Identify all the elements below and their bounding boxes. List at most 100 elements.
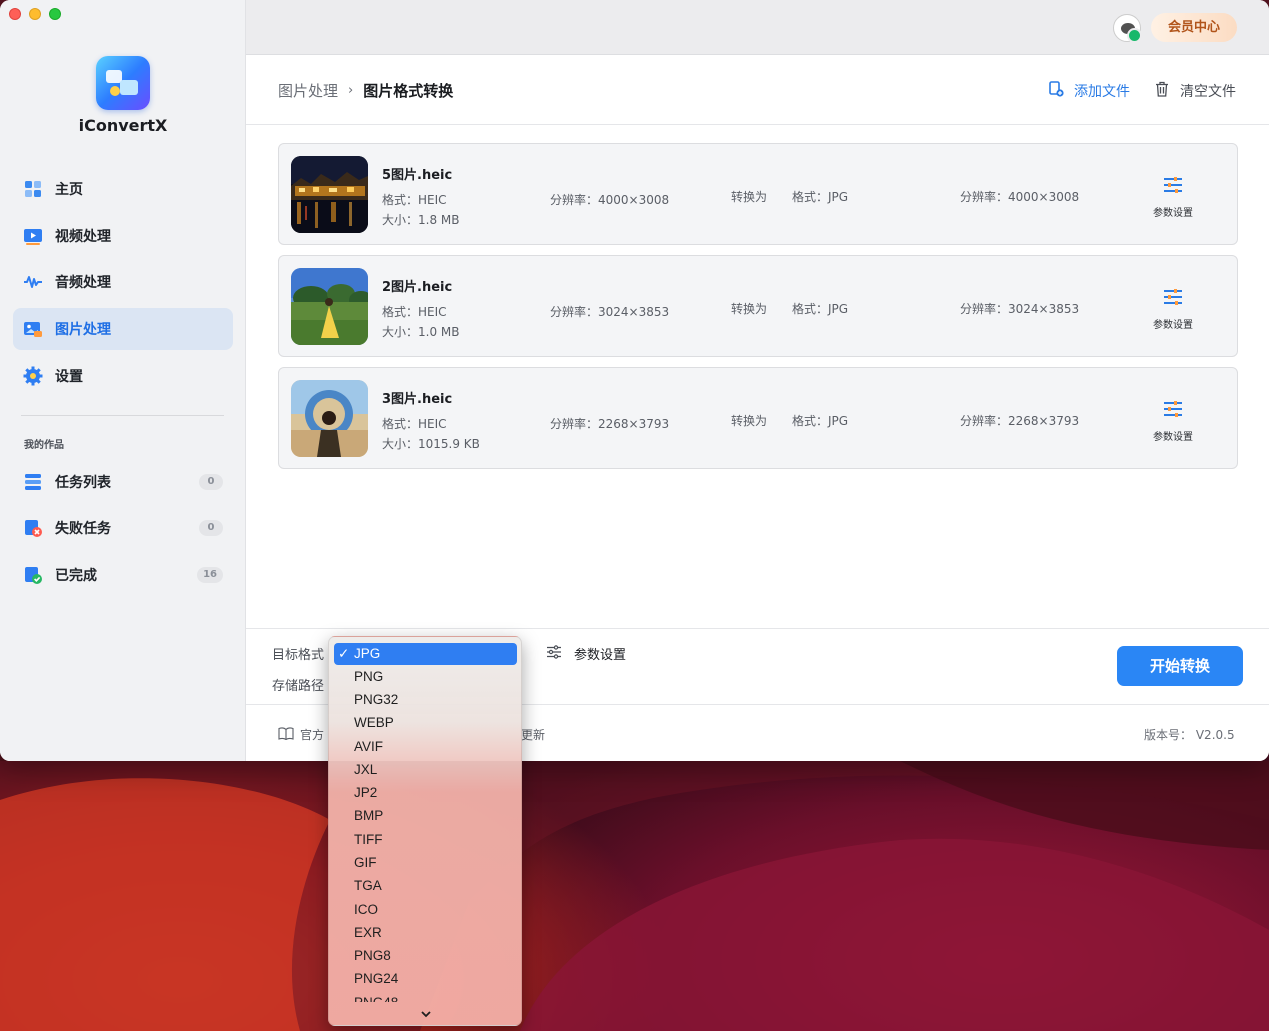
sidebar-item-audio[interactable]: 音频处理 [13,261,233,303]
book-icon [278,726,294,743]
sidebar: iConvertX 主页 视频处理 音频处理 图片处理 设置 我的作品 任务列表… [0,0,246,761]
sidebar-item-label: 设置 [55,369,83,385]
trash-icon [1154,81,1170,101]
gear-icon [23,366,43,386]
source-size: 大小：1.8 MB [382,213,460,227]
window-close-button[interactable] [9,8,21,20]
window-controls [9,8,61,20]
sidebar-item-settings[interactable]: 设置 [13,355,233,397]
image-icon [23,319,43,339]
task-count-badge: 0 [199,474,223,490]
chevron-down-icon[interactable] [419,1006,433,1020]
file-card[interactable]: 3图片.heic 格式：HEIC 大小：1015.9 KB 分辨率：2268×3… [278,367,1238,469]
sidebar-item-failed-tasks[interactable]: 失败任务 0 [13,507,233,549]
source-resolution: 分辨率：3024×3853 [550,305,670,319]
file-card[interactable]: 2图片.heic 格式：HEIC 大小：1.0 MB 分辨率：3024×3853… [278,255,1238,357]
save-path-label: 存储路径 [272,679,325,694]
convert-to-label: 转换为 [731,190,768,204]
format-option[interactable]: PNG8 [334,945,517,967]
breadcrumb-current: 图片格式转换 [363,82,454,100]
format-option-label: JPG [354,646,381,661]
format-option[interactable]: PNG24 [334,968,517,990]
target-format: 格式：JPG [792,302,849,316]
format-option[interactable]: WEBP [334,712,517,734]
breadcrumb-parent[interactable]: 图片处理 [278,80,338,101]
add-file-button[interactable]: 添加文件 [1048,81,1130,101]
sidebar-item-label: 视频处理 [55,229,111,245]
format-option[interactable]: JP2 [334,782,517,804]
format-option[interactable]: GIF [334,852,517,874]
sidebar-item-label: 图片处理 [55,322,111,338]
format-option[interactable]: TIFF [334,829,517,851]
file-settings-label: 参数设置 [1153,432,1193,443]
add-file-icon [1048,81,1064,101]
global-settings-button[interactable]: 参数设置 [546,644,626,663]
global-settings-label: 参数设置 [574,648,627,663]
file-settings-label: 参数设置 [1153,320,1193,331]
sidebar-item-label: 失败任务 [55,521,111,537]
sidebar-item-label: 音频处理 [55,275,111,291]
format-option[interactable]: ICO [334,899,517,921]
start-convert-button[interactable]: 开始转换 [1117,646,1243,686]
convert-to-label: 转换为 [731,414,768,428]
sidebar-item-label: 任务列表 [55,475,111,491]
version-value: V2.0.5 [1195,728,1235,742]
format-option[interactable]: BMP [334,805,517,827]
sidebar-item-completed[interactable]: 已完成 16 [13,554,233,596]
format-option-selected[interactable]: ✓ JPG [334,643,517,665]
task-list-icon [23,472,43,492]
clear-file-label: 清空文件 [1180,84,1236,100]
file-name: 2图片.heic [382,280,453,295]
clear-files-button[interactable]: 清空文件 [1154,81,1236,101]
format-option[interactable]: EXR [334,922,517,944]
thumbnail-portrait [291,380,368,457]
breadcrumb-separator: › [348,83,354,98]
version-label: 版本号： [1144,728,1193,742]
format-option[interactable]: AVIF [334,736,517,758]
official-link-label: 官方 [300,728,325,742]
format-option[interactable]: PNG32 [334,689,517,711]
sidebar-item-home[interactable]: 主页 [13,168,233,210]
source-format: 格式：HEIC [382,305,447,319]
content-header: 图片处理 › 图片格式转换 添加文件 清空文件 [246,55,1269,125]
format-option[interactable]: JXL [334,759,517,781]
sliders-icon [1163,177,1183,198]
window-zoom-button[interactable] [49,8,61,20]
completed-count-badge: 16 [197,567,223,583]
file-card[interactable]: 5图片.heic 格式：HEIC 大小：1.8 MB 分辨率：4000×3008… [278,143,1238,245]
vip-center-button[interactable]: 会员中心 [1151,13,1237,42]
format-option-partial[interactable]: PNG48 [334,992,517,1002]
add-file-label: 添加文件 [1074,84,1130,100]
sliders-icon [1163,289,1183,310]
source-resolution: 分辨率：4000×3008 [550,193,670,207]
check-update-link[interactable]: 更新 [521,726,545,743]
official-link[interactable]: 官方 [278,726,324,743]
source-format: 格式：HEIC [382,417,447,431]
target-resolution: 分辨率：2268×3793 [960,414,1080,428]
format-option[interactable]: TGA [334,875,517,897]
format-option[interactable]: PNG [334,666,517,688]
video-icon [23,226,43,246]
file-settings-button[interactable]: 参数设置 [1151,288,1195,331]
app-logo-icon [96,56,150,110]
sidebar-item-image[interactable]: 图片处理 [13,308,233,350]
file-settings-label: 参数设置 [1153,208,1193,219]
sidebar-item-task-list[interactable]: 任务列表 0 [13,461,233,503]
breadcrumb: 图片处理 › 图片格式转换 [278,80,453,101]
file-name: 5图片.heic [382,168,453,183]
version-info: 版本号： V2.0.5 [1144,726,1235,743]
source-resolution: 分辨率：2268×3793 [550,417,670,431]
file-settings-button[interactable]: 参数设置 [1151,176,1195,219]
target-resolution: 分辨率：3024×3853 [960,302,1080,316]
target-resolution: 分辨率：4000×3008 [960,190,1080,204]
target-format: 格式：JPG [792,190,849,204]
user-avatar[interactable] [1113,14,1142,43]
checkmark-icon: ✓ [338,646,350,661]
sidebar-item-video[interactable]: 视频处理 [13,215,233,257]
app-name: iConvertX [78,116,168,135]
home-icon [23,179,43,199]
source-size: 大小：1.0 MB [382,325,460,339]
window-minimize-button[interactable] [29,8,41,20]
target-format-dropdown-menu[interactable]: ✓ JPG PNG PNG32 WEBP AVIF JXL JP2 BMP TI… [328,636,522,1026]
file-settings-button[interactable]: 参数设置 [1151,400,1195,443]
